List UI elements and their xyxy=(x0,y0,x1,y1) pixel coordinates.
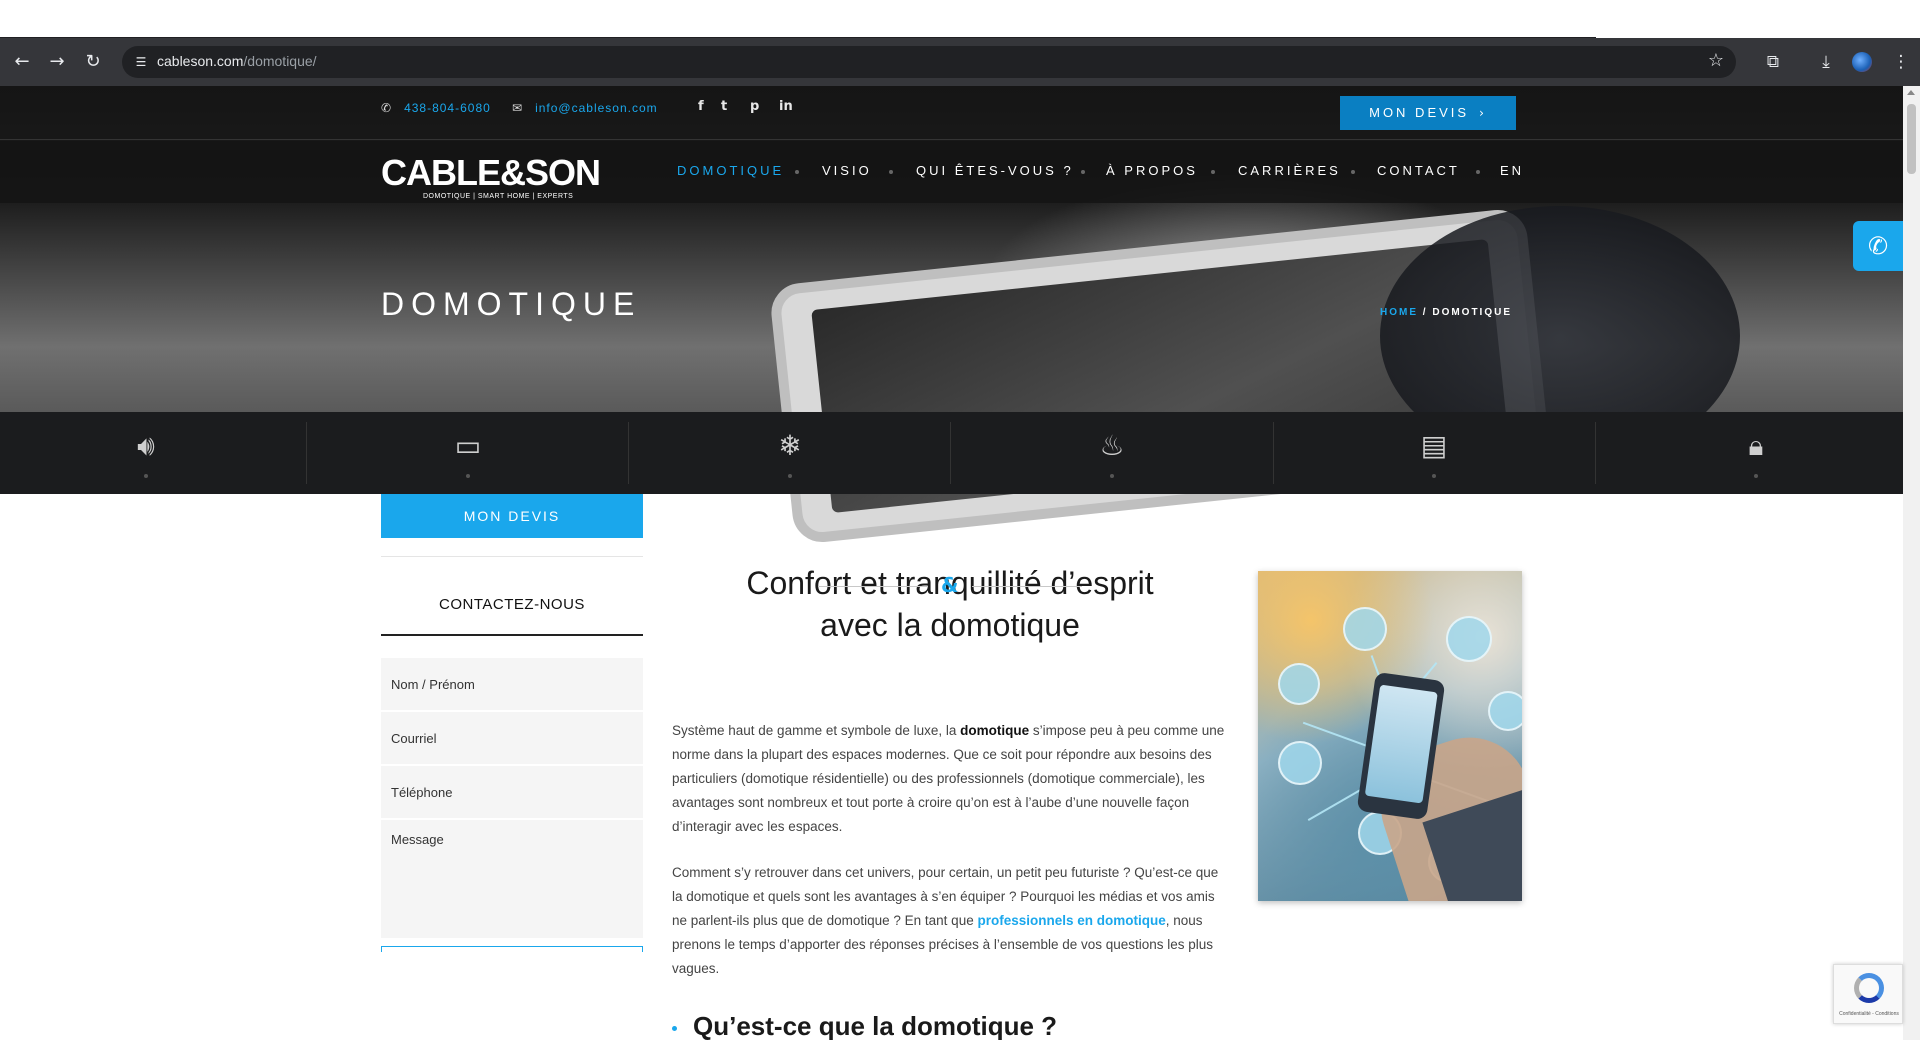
strip-dot xyxy=(788,474,792,478)
bookmark-star-icon[interactable]: ☆ xyxy=(1708,50,1724,71)
strip-divider xyxy=(1595,422,1596,484)
browser-toolbar: ← → ↻ ☰ cableson.com/domotique/ ☆ ⧉ ⤓ ⋮ xyxy=(0,38,1920,86)
email-field[interactable] xyxy=(381,712,643,764)
blinds-icon[interactable]: ▤ xyxy=(1414,428,1454,464)
forward-icon[interactable]: → xyxy=(43,48,71,76)
intro-paragraph: Système haut de gamme et symbole de luxe… xyxy=(672,723,1225,834)
strip-dot xyxy=(1754,474,1758,478)
snowflake-icon[interactable]: ❄ xyxy=(770,428,810,464)
page-title: DOMOTIQUE xyxy=(381,286,642,322)
extensions-icon[interactable]: ⧉ xyxy=(1759,48,1787,76)
strip-dot xyxy=(1432,474,1436,478)
linkedin-icon[interactable]: in xyxy=(779,99,793,114)
scrollbar-thumb[interactable] xyxy=(1907,104,1916,174)
menu-icon[interactable]: ⋮ xyxy=(1887,48,1915,76)
envelope-icon: ✉ xyxy=(512,101,524,115)
strip-dot xyxy=(466,474,470,478)
browser-tab-strip xyxy=(0,0,1920,39)
phone-contact[interactable]: ✆ 438-804-6080 xyxy=(381,101,491,115)
category-icon-strip: 🔊︎ ▭ ❄ ♨ ▤ 🔒︎ xyxy=(0,412,1903,494)
contact-title-underline xyxy=(381,634,643,636)
contact-form-title: CONTACTEZ-NOUS xyxy=(439,596,585,613)
strip-divider xyxy=(950,422,951,484)
strip-divider xyxy=(628,422,629,484)
address-bar[interactable]: ☰ cableson.com/domotique/ ☆ xyxy=(122,46,1736,78)
floating-phone-button[interactable]: ✆ xyxy=(1853,221,1903,271)
nav-separator xyxy=(795,170,799,174)
facebook-icon[interactable]: f xyxy=(698,99,704,114)
phone-field[interactable] xyxy=(381,766,643,818)
mon-devis-side-button[interactable]: MON DEVIS xyxy=(381,494,643,538)
professionnels-link[interactable]: professionnels en domotique xyxy=(977,913,1165,928)
strip-dot xyxy=(1110,474,1114,478)
download-icon[interactable]: ⤓ xyxy=(1812,48,1840,76)
nav-item-domotique[interactable]: DOMOTIQUE xyxy=(677,163,784,178)
strip-divider xyxy=(1273,422,1274,484)
recaptcha-badge[interactable]: Confidentialité - Conditions xyxy=(1833,964,1903,1024)
nav-item-visio[interactable]: VISIO xyxy=(822,163,872,178)
sidebar-divider xyxy=(381,556,643,557)
ampersand-ornament: & xyxy=(941,573,959,597)
monitor-icon[interactable]: ▭ xyxy=(448,428,488,464)
email-contact[interactable]: ✉ info@cableson.com xyxy=(512,101,658,115)
chevron-right-icon: › xyxy=(1479,106,1487,120)
breadcrumb-home-link[interactable]: HOME xyxy=(1380,307,1418,318)
nav-item-carrieres[interactable]: CARRIÈRES xyxy=(1238,163,1341,178)
submit-button-edge[interactable] xyxy=(381,946,643,952)
name-field[interactable] xyxy=(381,658,643,710)
page-scrollbar[interactable] xyxy=(1903,86,1920,1040)
heading-divider-left xyxy=(818,586,928,587)
recaptcha-icon xyxy=(1854,973,1884,1003)
web-page: ✆ 438-804-6080 ✉ info@cableson.com f t p i… xyxy=(0,86,1903,1040)
site-logo[interactable]: CABLE&SON DOMOTIQUE | SMART HOME | EXPER… xyxy=(381,155,601,205)
nav-separator xyxy=(889,170,893,174)
heading-bullet xyxy=(672,1026,677,1031)
nav-item-en[interactable]: EN xyxy=(1500,163,1524,178)
url-text[interactable]: cableson.com/domotique/ xyxy=(157,53,317,69)
pinterest-icon[interactable]: p xyxy=(750,99,759,114)
breadcrumb: HOME / DOMOTIQUE xyxy=(1380,307,1513,318)
main-navigation: CABLE&SON DOMOTIQUE | SMART HOME | EXPER… xyxy=(0,141,1903,203)
heading-divider-right xyxy=(972,586,1082,587)
back-icon[interactable]: ← xyxy=(8,48,36,76)
strip-dot xyxy=(144,474,148,478)
nav-separator xyxy=(1351,170,1355,174)
nav-separator xyxy=(1081,170,1085,174)
nav-item-qui-etes-vous[interactable]: QUI ÊTES-VOUS ? xyxy=(916,163,1074,178)
mon-devis-top-button[interactable]: MON DEVIS › xyxy=(1340,96,1516,130)
lock-icon[interactable]: 🔒︎ xyxy=(1736,428,1776,464)
section-heading: Qu’est-ce que la domotique ? xyxy=(693,1011,1058,1040)
reload-icon[interactable]: ↻ xyxy=(79,48,107,76)
nav-separator xyxy=(1211,170,1215,174)
lightbulb-icon[interactable]: ♨ xyxy=(1092,428,1132,464)
phone-icon: ✆ xyxy=(381,101,393,115)
top-contact-bar: ✆ 438-804-6080 ✉ info@cableson.com f t p i… xyxy=(0,86,1903,140)
scroll-up-arrow[interactable] xyxy=(1907,90,1915,95)
twitter-icon[interactable]: t xyxy=(721,99,727,114)
nav-item-a-propos[interactable]: À PROPOS xyxy=(1106,163,1198,178)
nav-separator xyxy=(1476,170,1480,174)
profile-avatar[interactable] xyxy=(1852,52,1872,72)
speaker-icon[interactable]: 🔊︎ xyxy=(126,428,166,464)
message-field[interactable] xyxy=(381,820,643,938)
site-settings-icon[interactable]: ☰ xyxy=(132,53,150,71)
smart-home-phone-image xyxy=(1258,571,1522,901)
strip-divider xyxy=(306,422,307,484)
second-paragraph: Comment s’y retrouver dans cet univers, … xyxy=(672,865,1219,976)
nav-item-contact[interactable]: CONTACT xyxy=(1377,163,1460,178)
